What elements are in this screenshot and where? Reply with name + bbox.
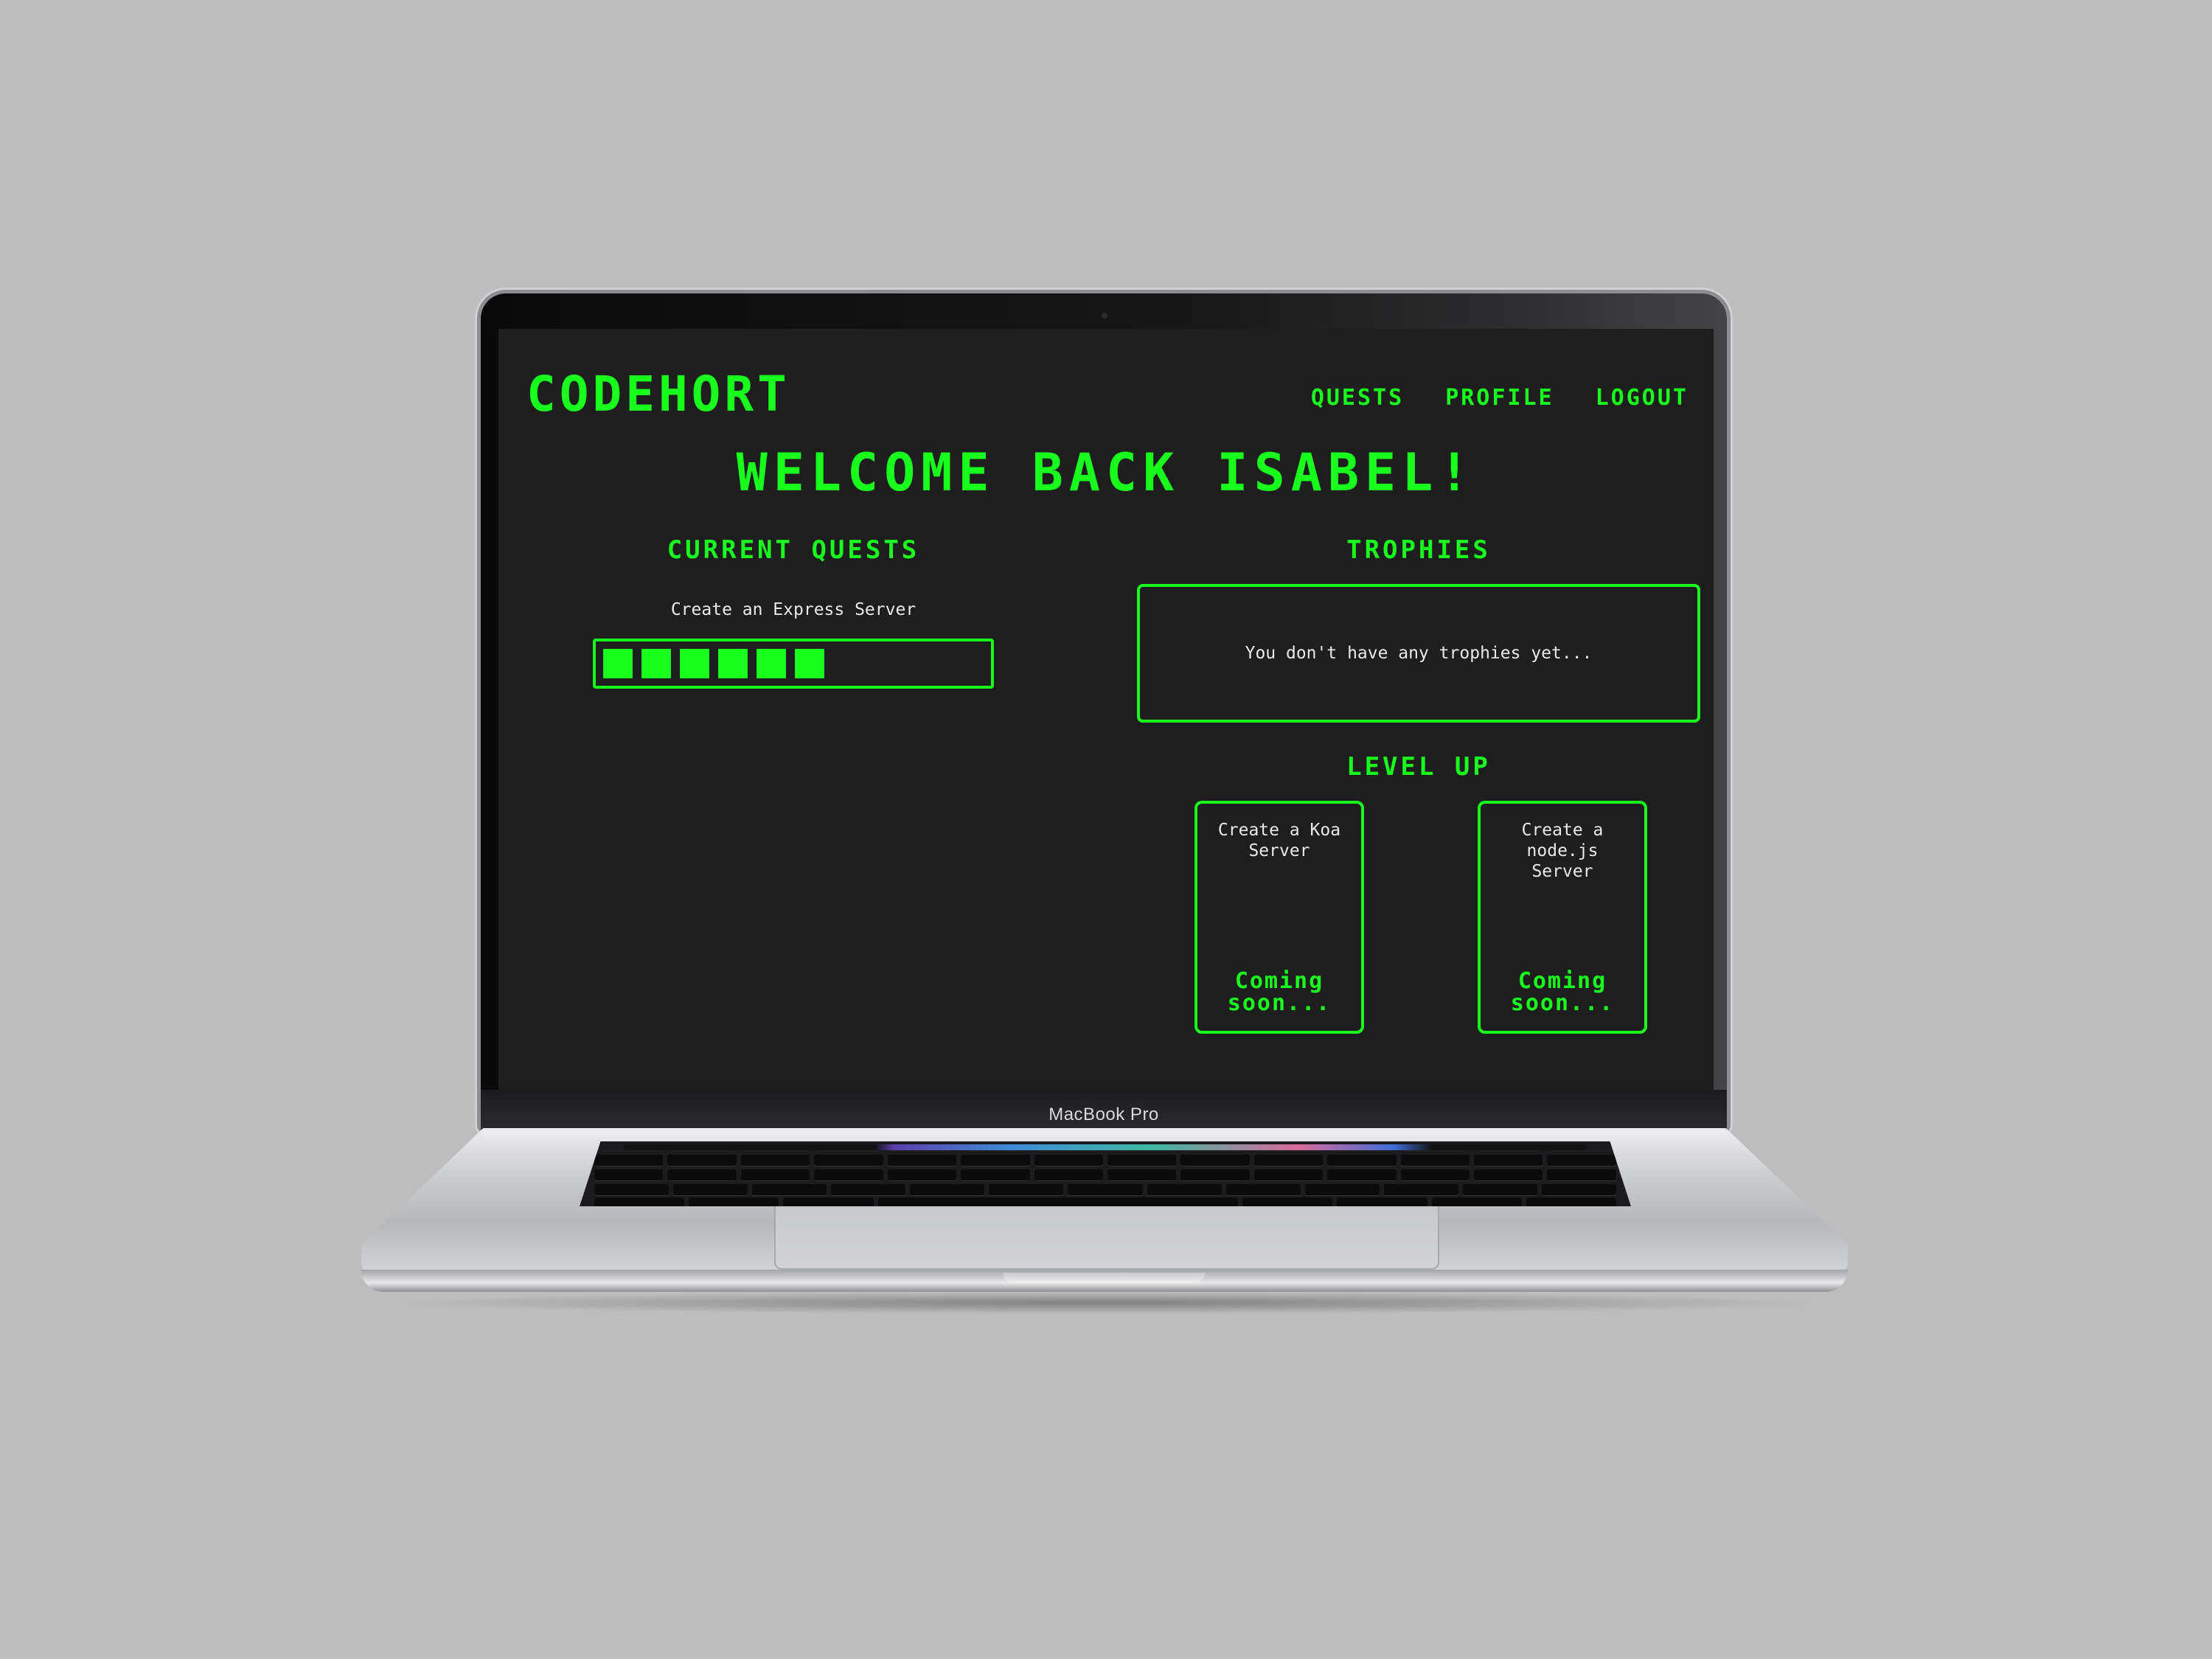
main-nav: QUESTS PROFILE LOGOUT <box>1311 385 1688 411</box>
laptop-brand-label: MacBook Pro <box>1048 1105 1159 1124</box>
progress-segment <box>641 649 671 678</box>
level-up-card-status: Coming soon... <box>1510 968 1615 1016</box>
key-row <box>594 1184 1617 1196</box>
welcome-heading: WELCOME BACK ISABEL! <box>736 442 1476 503</box>
level-up-card-title: Create a node.js Server <box>1521 821 1604 881</box>
progress-segment <box>757 649 786 678</box>
progress-segment <box>718 649 748 678</box>
nav-quests[interactable]: QUESTS <box>1311 385 1404 411</box>
laptop-keyboard <box>580 1141 1631 1206</box>
level-up-card[interactable]: Create a Koa Server Coming soon... <box>1194 801 1364 1034</box>
quest-progress-fill <box>603 649 824 678</box>
quest-name[interactable]: Create an Express Server <box>594 600 992 619</box>
level-up-card[interactable]: Create a node.js Server Coming soon... <box>1478 801 1647 1034</box>
trophies-title: TROPHIES <box>1346 535 1491 565</box>
key-row <box>594 1197 1617 1206</box>
level-up-card-status: Coming soon... <box>1227 968 1332 1016</box>
laptop-shadow <box>383 1292 1829 1314</box>
level-up-card-title: Create a Koa Server <box>1217 821 1341 860</box>
trophies-empty-message: You don't have any trophies yet... <box>1245 644 1593 663</box>
app-screen: CODEHORT QUESTS PROFILE LOGOUT WELCOME B… <box>498 329 1714 1090</box>
key-row <box>594 1169 1616 1181</box>
trophies-box: You don't have any trophies yet... <box>1137 584 1700 723</box>
progress-segment <box>680 649 709 678</box>
touch-bar <box>624 1144 1587 1150</box>
app-logo[interactable]: CODEHORT <box>526 366 790 422</box>
current-quests-title: CURRENT QUESTS <box>667 535 920 565</box>
nav-logout[interactable]: LOGOUT <box>1596 385 1688 411</box>
nav-profile[interactable]: PROFILE <box>1445 385 1554 411</box>
trackpad <box>774 1206 1439 1270</box>
key-row <box>594 1155 1616 1166</box>
progress-segment <box>795 649 824 678</box>
quest-progress-bar <box>593 639 994 689</box>
lid-notch <box>1003 1273 1205 1283</box>
progress-segment <box>603 649 633 678</box>
camera-icon <box>1102 313 1107 319</box>
level-up-title: LEVEL UP <box>1346 752 1491 782</box>
